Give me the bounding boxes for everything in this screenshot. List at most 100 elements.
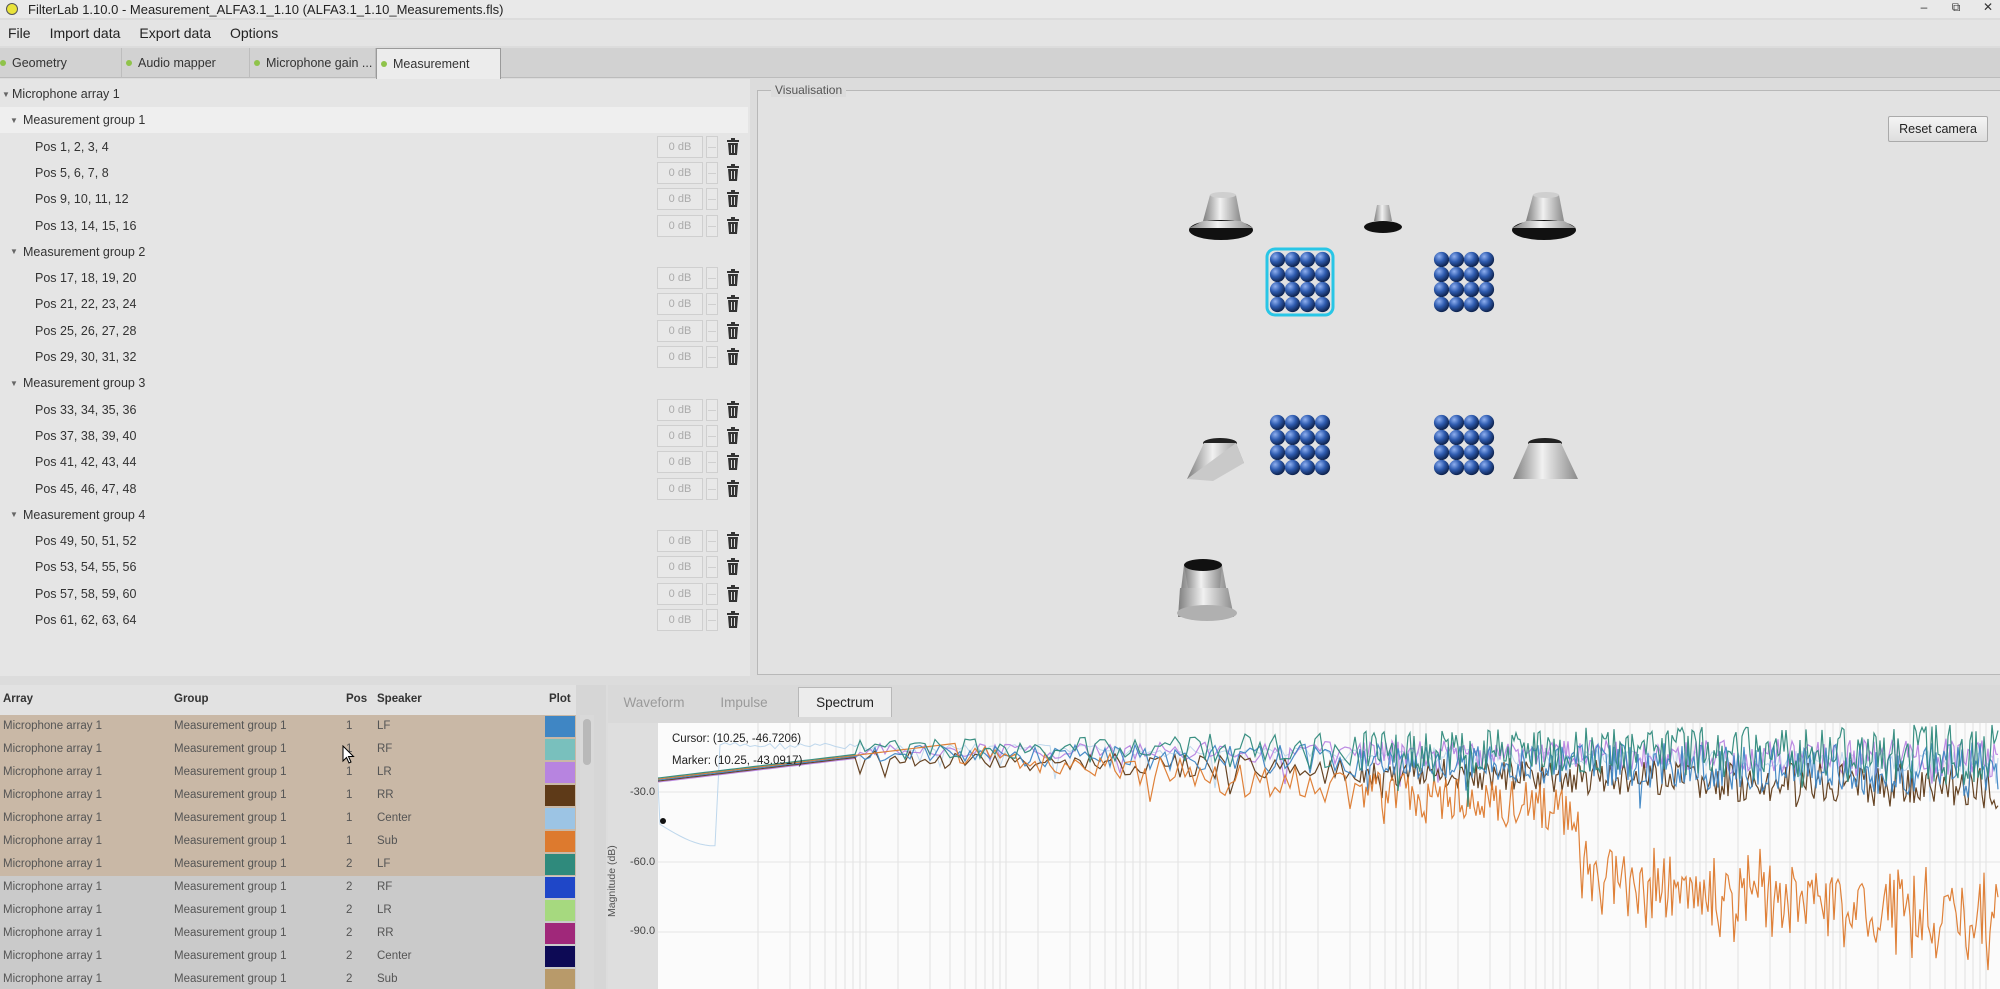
- gain-input[interactable]: 0 dB: [657, 398, 703, 421]
- table-row[interactable]: Microphone array 1 Measurement group 1 1 LF: [0, 715, 576, 738]
- tree-group-item[interactable]: ▼ Measurement group 4: [0, 502, 748, 528]
- marker-point[interactable]: [660, 818, 666, 824]
- gain-stepper[interactable]: [706, 451, 718, 474]
- trash-icon[interactable]: [726, 216, 740, 234]
- table-scrollbar[interactable]: [580, 715, 594, 989]
- gain-input[interactable]: 0 dB: [657, 424, 703, 447]
- gain-stepper[interactable]: [706, 398, 718, 421]
- table-row[interactable]: Microphone array 1 Measurement group 1 2 Su…: [0, 968, 576, 989]
- column-header-speaker[interactable]: Speaker: [377, 693, 422, 705]
- gain-stepper[interactable]: [706, 293, 718, 316]
- tree-position-item[interactable]: Pos 53, 54, 55, 56 0 dB: [0, 554, 748, 580]
- maximize-button[interactable]: ⧉: [1950, 0, 1962, 15]
- tree-caret-icon[interactable]: ▼: [8, 510, 20, 519]
- trash-icon[interactable]: [726, 163, 740, 181]
- menu-import-data[interactable]: Import data: [42, 25, 132, 41]
- tree-group-item[interactable]: ▼ Measurement group 3: [0, 370, 748, 396]
- table-row[interactable]: Microphone array 1 Measurement group 1 2 RF: [0, 876, 576, 899]
- gain-stepper[interactable]: [706, 609, 718, 631]
- plot-color-swatch[interactable]: [545, 946, 575, 967]
- gain-stepper[interactable]: [706, 214, 718, 237]
- plot-color-swatch[interactable]: [545, 900, 575, 921]
- tab-microphone-gain[interactable]: Microphone gain ...: [250, 48, 376, 78]
- tree-position-item[interactable]: Pos 45, 46, 47, 48 0 dB: [0, 476, 748, 502]
- plot-color-swatch[interactable]: [545, 762, 575, 783]
- gain-stepper[interactable]: [706, 346, 718, 368]
- microphone-grid-icon[interactable]: [1433, 414, 1495, 476]
- scrollbar-thumb[interactable]: [583, 719, 591, 765]
- gain-stepper[interactable]: [706, 582, 718, 605]
- gain-input[interactable]: 0 dB: [657, 161, 703, 184]
- tree-position-item[interactable]: Pos 21, 22, 23, 24 0 dB: [0, 291, 748, 317]
- gain-input[interactable]: 0 dB: [657, 582, 703, 605]
- table-row[interactable]: Microphone array 1 Measurement group 1 1 LR: [0, 761, 576, 784]
- column-header-array[interactable]: Array: [3, 693, 33, 705]
- gain-input[interactable]: 0 dB: [657, 293, 703, 316]
- tree-caret-icon[interactable]: ▼: [8, 247, 20, 256]
- reset-camera-button[interactable]: Reset camera: [1888, 116, 1988, 142]
- trash-icon[interactable]: [726, 532, 740, 550]
- gain-input[interactable]: 0 dB: [657, 609, 703, 631]
- table-row[interactable]: Microphone array 1 Measurement group 1 2 Ce…: [0, 945, 576, 968]
- tree-group-item[interactable]: ▼ Measurement group 1: [0, 107, 748, 134]
- gain-input[interactable]: 0 dB: [657, 135, 703, 158]
- gain-input[interactable]: 0 dB: [657, 319, 703, 342]
- tab-audio-mapper[interactable]: Audio mapper: [122, 48, 250, 78]
- plot-color-swatch[interactable]: [545, 877, 575, 898]
- visualisation-scene[interactable]: [758, 91, 2000, 676]
- trash-icon[interactable]: [726, 295, 740, 313]
- table-row[interactable]: Microphone array 1 Measurement group 1 2 LF: [0, 853, 576, 876]
- tree-position-item[interactable]: Pos 17, 18, 19, 20 0 dB: [0, 265, 748, 291]
- minimize-button[interactable]: –: [1918, 0, 1930, 15]
- tree-position-item[interactable]: Pos 1, 2, 3, 4 0 dB: [0, 134, 748, 160]
- gain-input[interactable]: 0 dB: [657, 477, 703, 500]
- tab-geometry[interactable]: Geometry: [0, 48, 122, 78]
- gain-input[interactable]: 0 dB: [657, 214, 703, 237]
- plot-color-swatch[interactable]: [545, 716, 575, 737]
- gain-input[interactable]: 0 dB: [657, 451, 703, 474]
- tree-position-item[interactable]: Pos 5, 6, 7, 8 0 dB: [0, 160, 748, 186]
- tree-position-item[interactable]: Pos 29, 30, 31, 32 0 dB: [0, 344, 748, 370]
- gain-stepper[interactable]: [706, 188, 718, 211]
- tree-group-item[interactable]: ▼ Measurement group 2: [0, 239, 748, 265]
- trash-icon[interactable]: [726, 269, 740, 287]
- tree-position-item[interactable]: Pos 25, 26, 27, 28 0 dB: [0, 318, 748, 344]
- gain-stepper[interactable]: [706, 135, 718, 158]
- trash-icon[interactable]: [726, 137, 740, 155]
- column-header-plot[interactable]: Plot: [549, 693, 571, 705]
- tree-position-item[interactable]: Pos 61, 62, 63, 64 0 dB: [0, 607, 748, 633]
- tree-caret-icon[interactable]: ▼: [8, 379, 20, 388]
- trash-icon[interactable]: [726, 348, 740, 365]
- menu-file[interactable]: File: [0, 25, 42, 41]
- tab-waveform[interactable]: Waveform: [608, 687, 700, 717]
- table-row[interactable]: Microphone array 1 Measurement group 1 2 RR: [0, 922, 576, 945]
- trash-icon[interactable]: [726, 400, 740, 418]
- trash-icon[interactable]: [726, 611, 740, 628]
- microphone-grid-icon[interactable]: [1433, 251, 1495, 313]
- tab-spectrum[interactable]: Spectrum: [798, 687, 892, 717]
- gain-stepper[interactable]: [706, 161, 718, 184]
- table-row[interactable]: Microphone array 1 Measurement group 1 1 RR: [0, 784, 576, 807]
- gain-input[interactable]: 0 dB: [657, 556, 703, 579]
- plot-color-swatch[interactable]: [545, 808, 575, 829]
- tree-caret-icon[interactable]: ▼: [0, 90, 12, 99]
- column-header-group[interactable]: Group: [174, 693, 209, 705]
- trash-icon[interactable]: [726, 190, 740, 208]
- trash-icon[interactable]: [726, 584, 740, 602]
- tree-position-item[interactable]: Pos 33, 34, 35, 36 0 dB: [0, 397, 748, 423]
- table-row[interactable]: Microphone array 1 Measurement group 1 1 RF: [0, 738, 576, 761]
- table-row[interactable]: Microphone array 1 Measurement group 1 1 Ce…: [0, 807, 576, 830]
- gain-stepper[interactable]: [706, 477, 718, 500]
- tree-caret-icon[interactable]: ▼: [8, 116, 20, 125]
- trash-icon[interactable]: [726, 321, 740, 339]
- plot-color-swatch[interactable]: [545, 785, 575, 806]
- table-row[interactable]: Microphone array 1 Measurement group 1 1 Su…: [0, 830, 576, 853]
- spectrum-plot[interactable]: [658, 723, 2000, 989]
- tree-position-item[interactable]: Pos 41, 42, 43, 44 0 dB: [0, 449, 748, 475]
- gain-stepper[interactable]: [706, 530, 718, 553]
- tab-impulse[interactable]: Impulse: [702, 687, 786, 717]
- gain-stepper[interactable]: [706, 319, 718, 342]
- gain-stepper[interactable]: [706, 267, 718, 290]
- gain-stepper[interactable]: [706, 556, 718, 579]
- plot-color-swatch[interactable]: [545, 969, 575, 989]
